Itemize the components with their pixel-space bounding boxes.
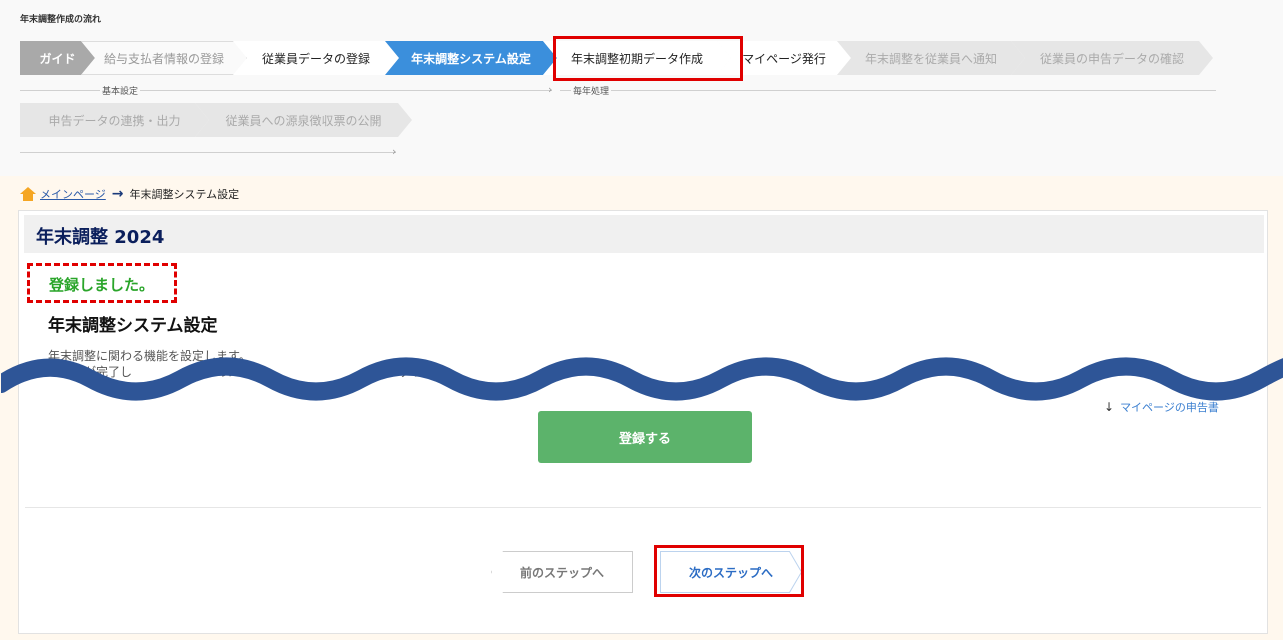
arrow-down-icon: ↓ xyxy=(1104,400,1115,414)
section-title: 年末調整システム設定 xyxy=(48,316,218,336)
step-notify-employees[interactable]: 年末調整を従業員へ通知 xyxy=(837,41,1025,75)
step-employee-data[interactable]: 従業員データの登録 xyxy=(233,41,399,75)
arrow-right-icon: → xyxy=(111,186,124,202)
panel-header: 年末調整 2024 xyxy=(24,215,1264,253)
settings-panel: 年末調整 2024 登録しました。 年末調整システム設定 年末調整に関わる機能を… xyxy=(1,210,1283,634)
home-icon xyxy=(20,187,36,201)
phase-arrow-icon: › xyxy=(548,83,553,96)
step-guide[interactable]: ガイド xyxy=(20,41,95,75)
flow-title: 年末調整作成の流れ xyxy=(20,15,102,25)
mypage-declaration-label: マイページの申告書 xyxy=(1120,401,1219,414)
success-message: 登録しました。 xyxy=(49,276,155,294)
breadcrumb: メインページ → 年末調整システム設定 xyxy=(20,186,239,202)
step-payer-info[interactable]: 給与支払者情報の登録 xyxy=(81,41,247,75)
phase-yearly-label: 毎年処理 xyxy=(571,84,612,97)
page-title: 年末調整 2024 xyxy=(36,227,165,248)
main-content: メインページ → 年末調整システム設定 年末調整 2024 登録しました。 年末… xyxy=(0,176,1283,640)
phase-row2-arrow-icon: › xyxy=(392,145,397,158)
prev-step-button[interactable]: 前のステップへ xyxy=(491,551,633,593)
breadcrumb-home-link[interactable]: メインページ xyxy=(40,186,106,202)
step-system-settings[interactable]: 年末調整システム設定 xyxy=(385,41,557,75)
phase-basic-label: 基本設定 xyxy=(100,84,141,97)
step-publish-withholding[interactable]: 従業員への源泉徴収票の公開 xyxy=(195,103,412,137)
divider xyxy=(25,507,1261,508)
phase-yearly-line xyxy=(560,90,1216,91)
phase-row2-line xyxy=(20,152,396,153)
breadcrumb-current: 年末調整システム設定 xyxy=(129,188,240,201)
highlight-initial-data-step xyxy=(553,36,743,81)
mypage-declaration-link[interactable]: ↓ マイページの申告書 xyxy=(1104,399,1219,415)
step-export-data[interactable]: 申告データの連携・出力 xyxy=(20,103,209,137)
wave-cut-marker xyxy=(1,357,1283,401)
register-button[interactable]: 登録する xyxy=(538,411,752,463)
flow-steps-row-2: 申告データの連携・出力 従業員への源泉徴収票の公開 xyxy=(20,103,398,137)
step-check-declarations[interactable]: 従業員の申告データの確認 xyxy=(1011,41,1213,75)
flow-guide-area: 年末調整作成の流れ ガイド 給与支払者情報の登録 従業員データの登録 年末調整シ… xyxy=(0,0,1283,176)
highlight-next-step-button xyxy=(654,545,804,597)
